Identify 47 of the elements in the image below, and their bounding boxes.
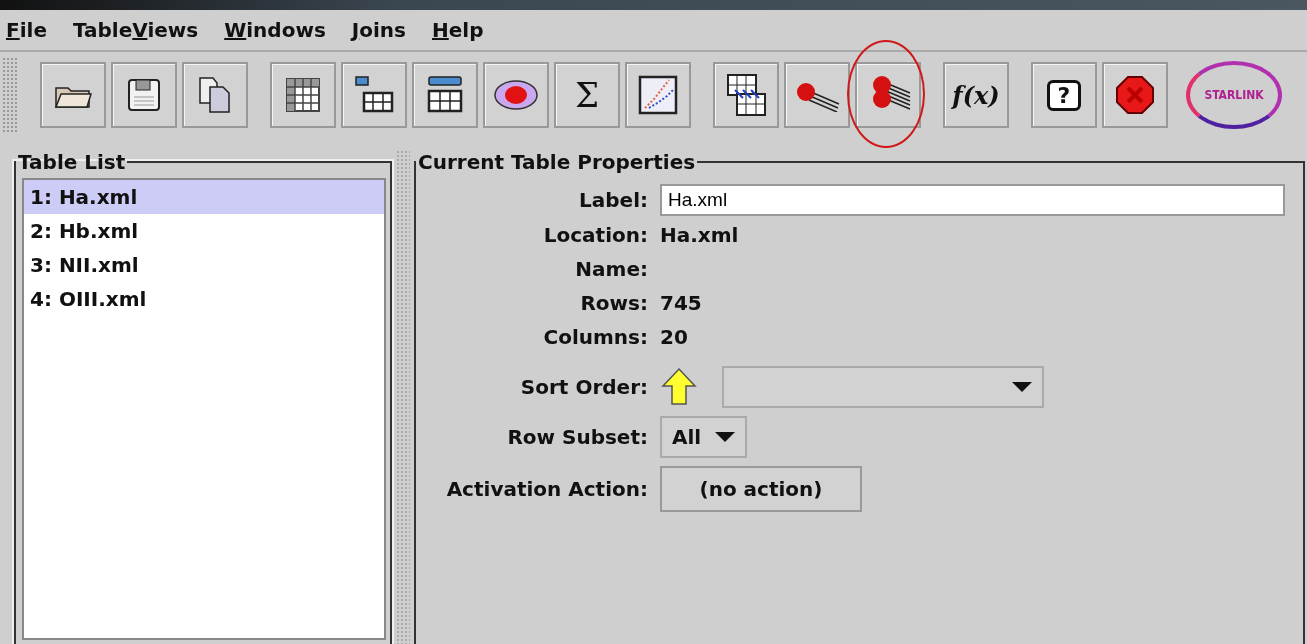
ellipse-button[interactable] [483, 62, 549, 128]
scatter-plot-button[interactable] [625, 62, 691, 128]
ellipse-icon [492, 78, 540, 112]
property-label: Rows: [579, 291, 648, 315]
help-button[interactable]: ? [1031, 62, 1097, 128]
menu-item[interactable]: Windows [224, 18, 326, 42]
property-value: Ha.xml [660, 223, 739, 247]
property-label: Label: [578, 188, 648, 212]
property-label: Columns: [542, 325, 648, 349]
scatter-plot-icon [637, 74, 679, 116]
table-list-item[interactable]: 1: Ha.xml [24, 180, 384, 214]
table-icon [283, 75, 323, 115]
property-label: Row Subset: [506, 425, 648, 449]
property-label: Location: [542, 223, 648, 247]
property-value: 745 [660, 291, 702, 315]
sort-up-arrow-icon[interactable] [660, 367, 698, 407]
open-folder-button[interactable] [40, 62, 106, 128]
property-label: Activation Action: [445, 477, 648, 501]
stop-icon [1115, 75, 1155, 115]
copy-pages-button[interactable] [182, 62, 248, 128]
label-input-field[interactable]: Ha.xml [660, 184, 1285, 216]
panel-title: Current Table Properties [417, 150, 697, 174]
copy-icon [197, 75, 233, 115]
function-button[interactable]: f(x) [943, 62, 1009, 128]
column-table-button[interactable] [412, 62, 478, 128]
row-subset-dropdown[interactable]: All [660, 416, 748, 458]
property-value: 20 [660, 325, 688, 349]
panel-title: Table List [17, 150, 127, 174]
toolbar-grip[interactable] [2, 57, 18, 133]
table-list-item[interactable]: 3: NII.xml [24, 248, 384, 282]
menu-item[interactable]: TableViews [72, 18, 199, 42]
tree-table-button[interactable] [341, 62, 407, 128]
property-label: Name: [574, 257, 648, 281]
stacked-tables-button[interactable] [713, 62, 779, 128]
property-label: Sort Order: [519, 375, 648, 399]
sigma-button[interactable]: Σ [554, 62, 620, 128]
activation-action-button[interactable]: (no action) [660, 466, 862, 512]
table-list-item[interactable]: 4: OIII.xml [24, 282, 384, 316]
menu-item[interactable]: Help [432, 18, 484, 42]
save-disk-button[interactable] [111, 62, 177, 128]
table-list-item[interactable]: 2: Hb.xml [24, 214, 384, 248]
overlapping-tables-icon [725, 72, 767, 118]
menu-item[interactable]: Joins [351, 18, 406, 42]
table-grid-button[interactable] [270, 62, 336, 128]
menu-item[interactable]: File [6, 18, 47, 42]
stop-button[interactable] [1102, 62, 1168, 128]
logo: STARLINK [1186, 61, 1282, 129]
